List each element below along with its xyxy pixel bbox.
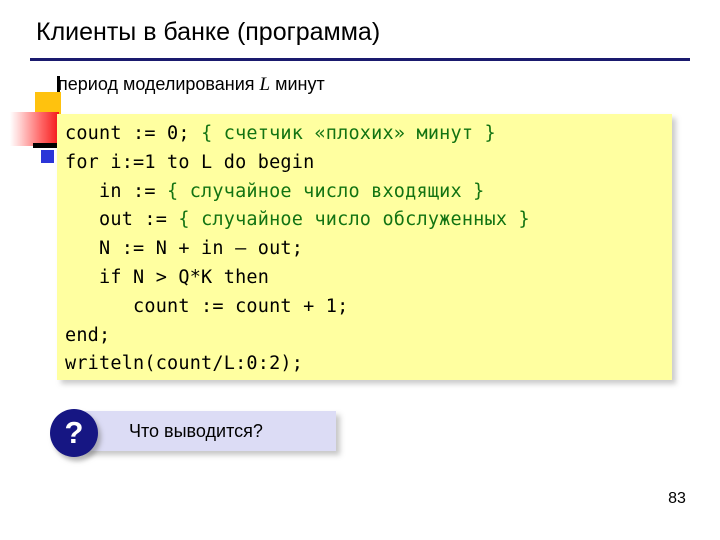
code-line: count := count + 1; [65,293,672,322]
subtitle-suffix: минут [270,74,325,94]
question-callout[interactable]: Что выводится? ? [50,409,336,457]
code-line: out := { случайное число обслуженных } [65,206,672,235]
code-line: count := 0; { счетчик «плохих» минут } [65,120,672,149]
question-mark-glyph: ? [64,415,84,450]
code-line: writeln(count/L:0:2); [65,350,672,379]
decoration-black-bar [33,143,59,148]
code-comment: { случайное число обслуженных } [178,209,530,231]
code-text: count := count + 1; [65,295,349,317]
code-text: end; [65,324,111,346]
title-divider [30,58,690,61]
code-text: for i:=1 to L do begin [65,151,315,173]
code-text: writeln(count/L:0:2); [65,353,304,375]
code-line: for i:=1 to L do begin [65,149,672,178]
code-comment: { счетчик «плохих» минут } [201,123,496,144]
subtitle: период моделирования L минут [58,74,325,96]
code-text: count := 0; [65,123,202,144]
callout-label: Что выводится? [129,421,263,441]
subtitle-variable: L [259,74,271,95]
code-listing: count := 0; { счетчик «плохих» минут } fo… [57,114,672,380]
code-text: out := [65,209,179,231]
code-line: if N > Q*K then [65,264,672,293]
decoration-red-gradient-block [10,112,59,146]
page-number: 83 [668,490,686,507]
code-text: if N > Q*K then [65,266,270,288]
page-title: Клиенты в банке (программа) [36,18,381,46]
code-line: in := { случайное число входящих } [65,178,672,207]
decoration-blue-square [41,150,54,163]
code-text: in := [65,180,168,202]
code-comment: { случайное число входящих } [167,180,485,202]
code-line: N := N + in – out; [65,235,672,264]
question-mark-icon: ? [50,409,98,457]
code-text: N := N + in – out; [65,238,304,260]
code-line: end; [65,322,672,351]
subtitle-prefix: период моделирования [58,74,260,94]
